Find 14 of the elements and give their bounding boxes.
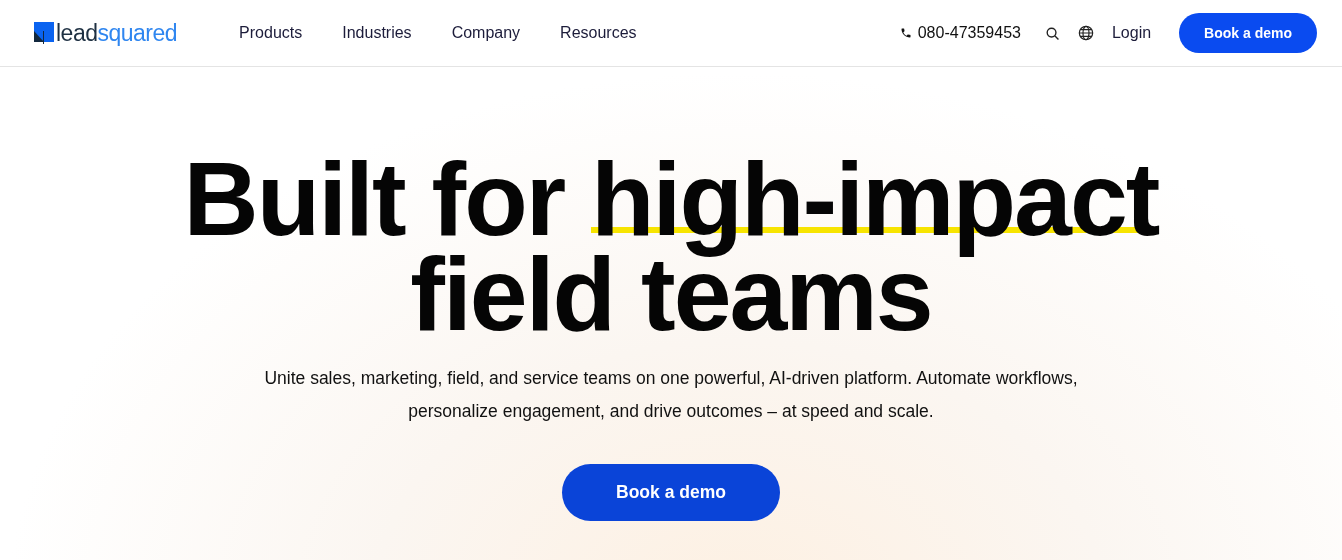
phone-icon <box>899 27 912 39</box>
book-demo-button[interactable]: Book a demo <box>1179 13 1317 53</box>
globe-icon[interactable] <box>1077 25 1094 41</box>
nav-link[interactable]: Products <box>239 24 303 42</box>
phone-link[interactable]: 080-47359453 <box>899 24 1021 42</box>
book-demo-button[interactable]: Book a demo <box>562 464 780 521</box>
hero-subtitle: Unite sales, marketing, field, and service teams on one powerful, AI-driven platform. Automate workflows, personalize engagement, and drive outcomes – at speed and scale. <box>263 367 1079 423</box>
nav-link[interactable]: Company <box>451 24 521 42</box>
search-icon[interactable] <box>1044 25 1060 41</box>
nav-link[interactable]: Industries <box>342 24 412 42</box>
login-link[interactable]: Login <box>1111 24 1152 42</box>
logo-icon <box>34 22 54 44</box>
logo-wordmark[interactable]: leadsquared <box>56 19 178 47</box>
nav-link[interactable]: Resources <box>560 24 637 42</box>
